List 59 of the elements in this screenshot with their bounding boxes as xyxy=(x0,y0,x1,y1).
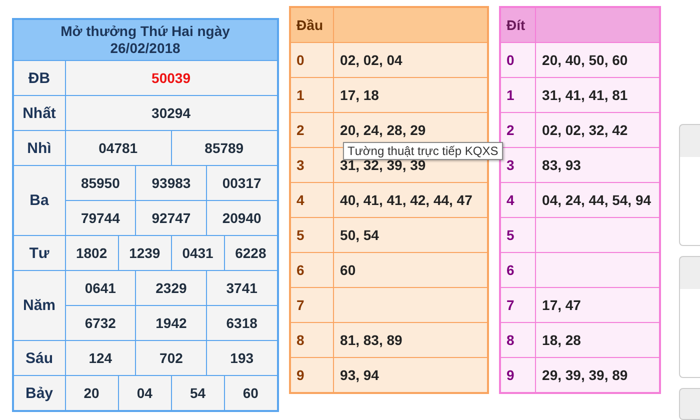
digit-cell: 4 xyxy=(290,182,334,218)
prize-label: Tư xyxy=(13,236,65,270)
prize-number: 1239 xyxy=(118,236,172,270)
column-header: Đít xyxy=(500,7,536,42)
numbers-cell: 50, 54 xyxy=(340,226,379,242)
digit-cell: 3 xyxy=(500,148,536,182)
digit-cell: 6 xyxy=(290,252,334,288)
prize-label: Năm xyxy=(13,270,65,340)
tooltip: Tường thuật trực tiếp KQXS xyxy=(342,142,504,160)
digit-cell: 8 xyxy=(290,322,334,358)
numbers-cell: 31, 41, 41, 81 xyxy=(542,86,628,102)
numbers-cell: 18, 28 xyxy=(542,332,581,348)
prize-number: 92747 xyxy=(136,200,207,236)
numbers-cell: 17, 47 xyxy=(542,296,581,312)
numbers-cell: 20, 40, 50, 60 xyxy=(542,52,628,68)
prize-number: 1942 xyxy=(136,306,207,340)
numbers-cell: 04, 24, 44, 54, 94 xyxy=(542,192,652,208)
prize-number: 85950 xyxy=(65,166,136,200)
prize-label: Nhì xyxy=(13,130,65,166)
prize-number: 0431 xyxy=(171,236,224,270)
prize-number: 702 xyxy=(136,340,207,376)
numbers-cell: 40, 41, 41, 42, 44, 47 xyxy=(340,192,472,208)
prize-number: 6732 xyxy=(65,306,136,340)
numbers-cell: 17, 18 xyxy=(340,86,379,102)
column-header: Đầu xyxy=(290,7,334,42)
digit-cell: 8 xyxy=(500,322,536,358)
digit-cell: 7 xyxy=(290,288,334,322)
numbers-cell: 02, 02, 32, 42 xyxy=(542,122,628,138)
numbers-cell: 02, 02, 04 xyxy=(340,52,402,68)
digit-cell: 5 xyxy=(500,218,536,252)
prize-number: 04781 xyxy=(65,130,172,166)
numbers-cell: 93, 94 xyxy=(340,366,379,382)
digit-cell: 5 xyxy=(290,218,334,252)
digit-cell: 0 xyxy=(290,42,334,78)
prize-label: Ba xyxy=(13,166,65,236)
numbers-cell: 83, 93 xyxy=(542,156,581,172)
prize-number: 93983 xyxy=(136,166,207,200)
digit-cell: 0 xyxy=(500,42,536,78)
prize-number: 124 xyxy=(65,340,136,376)
digit-cell: 1 xyxy=(500,78,536,112)
numbers-cell: 81, 83, 89 xyxy=(340,332,402,348)
numbers-cell: 60 xyxy=(340,262,356,278)
digit-cell: 1 xyxy=(290,78,334,112)
prize-label: Nhất xyxy=(13,96,65,130)
digit-cell: 3 xyxy=(290,148,334,182)
results-title: Mở thưởng Thứ Hai ngày 26/02/2018 xyxy=(13,19,278,60)
digit-cell: 4 xyxy=(500,182,536,218)
prize-label: Sáu xyxy=(13,340,65,376)
numbers-cell: 20, 24, 28, 29 xyxy=(340,122,426,138)
prize-number: 79744 xyxy=(65,200,136,236)
panel-edge xyxy=(679,388,700,420)
digit-cell: 6 xyxy=(500,252,536,288)
digit-cell: 7 xyxy=(500,288,536,322)
prize-number: 0641 xyxy=(65,270,136,306)
prize-number: 2329 xyxy=(136,270,207,306)
numbers-cell: 29, 39, 39, 89 xyxy=(542,366,628,382)
prize-number: 1802 xyxy=(65,236,118,270)
digit-cell: 2 xyxy=(290,112,334,148)
prize-label: ĐB xyxy=(13,60,65,96)
